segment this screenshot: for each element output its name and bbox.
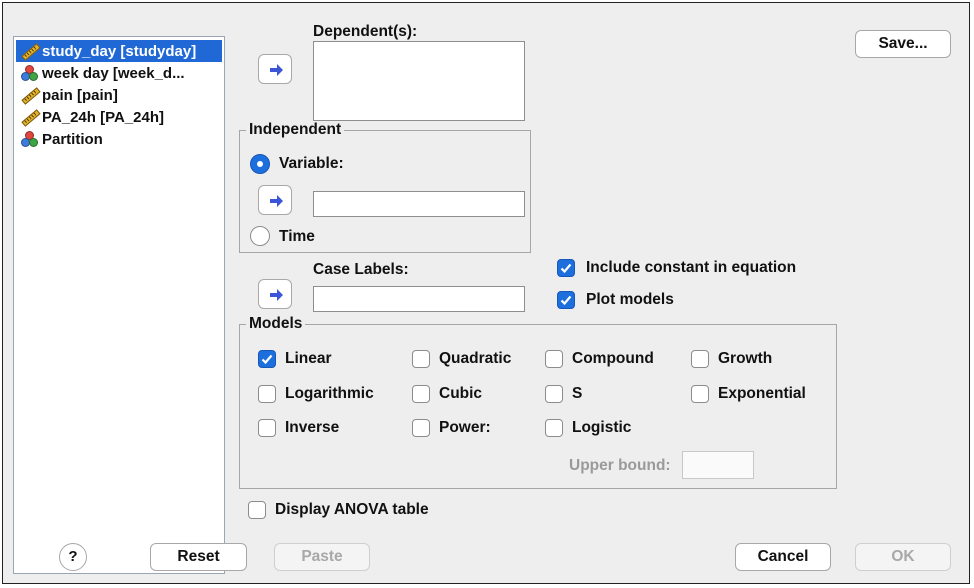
save-button[interactable]: Save... [855, 30, 951, 58]
case-labels-label: Case Labels: [313, 261, 409, 278]
variable-label: week day [week_d... [42, 64, 185, 82]
variable-list[interactable]: study_day [studyday] week day [week_d...… [13, 36, 225, 574]
variable-item-week-day[interactable]: week day [week_d... [16, 62, 222, 84]
nominal-icon [20, 64, 40, 82]
linear-checkbox[interactable] [258, 350, 276, 368]
independent-group-title: Independent [246, 121, 345, 139]
plot-models-checkbox[interactable] [557, 291, 575, 309]
scale-ruler-icon [20, 108, 41, 127]
curve-estimation-dialog: study_day [studyday] week day [week_d...… [2, 2, 970, 584]
quadratic-checkbox[interactable] [412, 350, 430, 368]
s-label: S [572, 385, 583, 402]
time-radio[interactable] [250, 226, 270, 246]
logarithmic-label: Logarithmic [285, 385, 374, 402]
paste-button[interactable]: Paste [274, 543, 370, 571]
s-checkbox[interactable] [545, 385, 563, 403]
variable-label: Partition [42, 130, 103, 148]
arrow-right-icon [270, 64, 283, 76]
growth-label: Growth [718, 350, 773, 367]
inverse-checkbox[interactable] [258, 419, 276, 437]
scale-ruler-icon [20, 86, 41, 105]
ok-button[interactable]: OK [855, 543, 951, 571]
move-to-case-labels-button[interactable] [258, 279, 292, 309]
exponential-label: Exponential [718, 385, 806, 402]
scale-ruler-icon [20, 42, 41, 61]
variable-label: PA_24h [PA_24h] [42, 108, 164, 126]
compound-label: Compound [572, 350, 654, 367]
cubic-label: Cubic [439, 385, 483, 402]
checkmark-icon [261, 354, 273, 365]
display-anova-checkbox[interactable] [248, 501, 266, 519]
variable-item-partition[interactable]: Partition [16, 128, 222, 150]
cancel-button[interactable]: Cancel [735, 543, 831, 571]
power-label: Power: [439, 419, 491, 436]
variable-label: pain [pain] [42, 86, 118, 104]
include-constant-checkbox[interactable] [557, 259, 575, 277]
help-button[interactable]: ? [59, 543, 87, 571]
inverse-label: Inverse [285, 419, 340, 436]
logistic-label: Logistic [572, 419, 632, 436]
display-anova-label: Display ANOVA table [275, 501, 429, 518]
variable-radio[interactable] [250, 154, 270, 174]
logistic-checkbox[interactable] [545, 419, 563, 437]
variable-item-study-day[interactable]: study_day [studyday] [16, 40, 222, 62]
case-labels-field[interactable] [313, 286, 525, 312]
checkmark-icon [560, 263, 572, 274]
power-checkbox[interactable] [412, 419, 430, 437]
move-to-dependents-button[interactable] [258, 54, 292, 84]
upper-bound-label: Upper bound: [569, 457, 671, 474]
reset-button[interactable]: Reset [150, 543, 247, 571]
move-to-independent-button[interactable] [258, 185, 292, 215]
cubic-checkbox[interactable] [412, 385, 430, 403]
dependents-label: Dependent(s): [313, 23, 418, 40]
nominal-icon [20, 130, 40, 148]
logarithmic-checkbox[interactable] [258, 385, 276, 403]
arrow-right-icon [270, 289, 283, 301]
exponential-checkbox[interactable] [691, 385, 709, 403]
variable-label: study_day [studyday] [42, 42, 197, 60]
compound-checkbox[interactable] [545, 350, 563, 368]
variable-item-pa-24h[interactable]: PA_24h [PA_24h] [16, 106, 222, 128]
variable-item-pain[interactable]: pain [pain] [16, 84, 222, 106]
quadratic-label: Quadratic [439, 350, 512, 367]
include-constant-label: Include constant in equation [586, 259, 797, 276]
dependents-list[interactable] [313, 41, 525, 121]
linear-label: Linear [285, 350, 332, 367]
growth-checkbox[interactable] [691, 350, 709, 368]
time-radio-label: Time [279, 228, 315, 245]
arrow-right-icon [270, 195, 283, 207]
upper-bound-field[interactable] [682, 451, 754, 479]
independent-variable-field[interactable] [313, 191, 525, 217]
variable-radio-label: Variable: [279, 155, 344, 172]
models-group-title: Models [246, 315, 306, 333]
checkmark-icon [560, 295, 572, 306]
plot-models-label: Plot models [586, 291, 674, 308]
